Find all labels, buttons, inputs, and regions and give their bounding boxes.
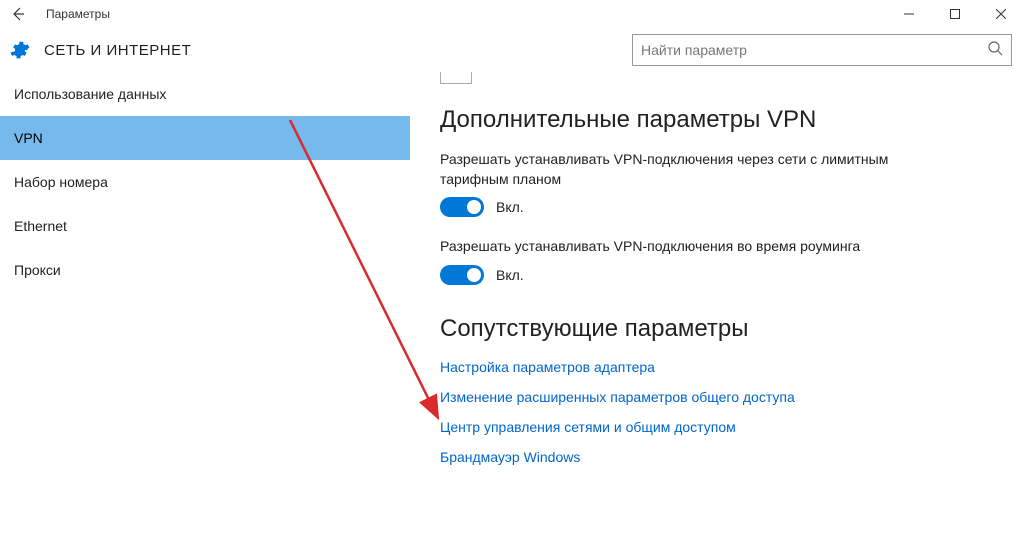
toggle-metered[interactable]: [440, 197, 484, 217]
search-box[interactable]: [632, 34, 1012, 66]
sidebar-item-label: Прокси: [14, 262, 61, 278]
link-firewall[interactable]: Брандмауэр Windows: [440, 449, 1004, 465]
toggle-metered-state: Вкл.: [496, 199, 524, 215]
link-adapter-settings[interactable]: Настройка параметров адаптера: [440, 359, 1004, 375]
sidebar: Использование данных VPN Набор номера Et…: [0, 72, 410, 556]
sidebar-item-label: Набор номера: [14, 174, 108, 190]
search-icon: [987, 40, 1003, 61]
sidebar-item-ethernet[interactable]: Ethernet: [0, 204, 410, 248]
link-advanced-sharing[interactable]: Изменение расширенных параметров общего …: [440, 389, 1004, 405]
sidebar-item-vpn[interactable]: VPN: [0, 116, 410, 160]
sidebar-item-label: Ethernet: [14, 218, 67, 234]
close-button[interactable]: [978, 0, 1024, 28]
setting-roaming-desc: Разрешать устанавливать VPN-подключения …: [440, 237, 960, 257]
search-input[interactable]: [641, 42, 981, 58]
add-vpn-button-partial[interactable]: [440, 72, 472, 84]
toggle-roaming-state: Вкл.: [496, 267, 524, 283]
back-button[interactable]: [8, 4, 28, 24]
sidebar-item-label: VPN: [14, 130, 43, 146]
window-title: Параметры: [46, 7, 110, 21]
maximize-button[interactable]: [932, 0, 978, 28]
gear-icon: [8, 39, 30, 61]
sidebar-item-data-usage[interactable]: Использование данных: [0, 72, 410, 116]
link-network-center[interactable]: Центр управления сетями и общим доступом: [440, 419, 1004, 435]
sidebar-item-dialup[interactable]: Набор номера: [0, 160, 410, 204]
page-title: СЕТЬ И ИНТЕРНЕТ: [44, 42, 191, 59]
section-title-advanced: Дополнительные параметры VPN: [440, 106, 1004, 134]
setting-metered-desc: Разрешать устанавливать VPN-подключения …: [440, 150, 960, 189]
minimize-button[interactable]: [886, 0, 932, 28]
main-panel: Дополнительные параметры VPN Разрешать у…: [410, 72, 1024, 556]
toggle-roaming[interactable]: [440, 265, 484, 285]
sidebar-item-label: Использование данных: [14, 86, 166, 102]
section-title-related: Сопутствующие параметры: [440, 315, 1004, 343]
sidebar-item-proxy[interactable]: Прокси: [0, 248, 410, 292]
